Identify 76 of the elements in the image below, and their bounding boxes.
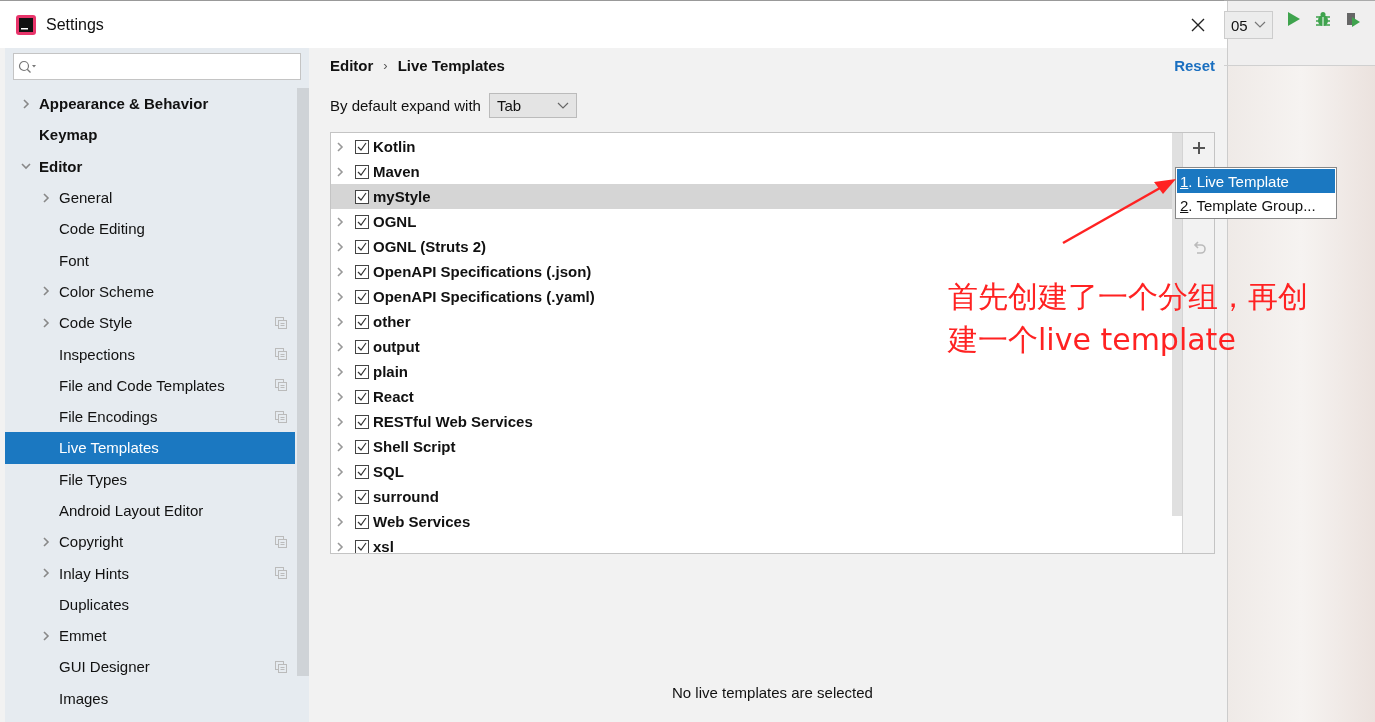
bug-icon[interactable] bbox=[1314, 11, 1331, 27]
sidebar-item[interactable]: Emmet bbox=[59, 627, 107, 645]
template-group-name: Kotlin bbox=[373, 138, 416, 155]
template-group-name: surround bbox=[373, 488, 439, 505]
template-group-name: SQL bbox=[373, 463, 404, 480]
checkbox[interactable] bbox=[355, 364, 369, 379]
sidebar-item[interactable]: File and Code Templates bbox=[59, 376, 225, 394]
window-title: Settings bbox=[46, 15, 104, 34]
template-group-name: xsl bbox=[373, 538, 394, 553]
checkbox[interactable] bbox=[355, 189, 369, 204]
sidebar-item[interactable]: Inspections bbox=[59, 345, 135, 363]
template-group-name: Maven bbox=[373, 163, 420, 180]
checkbox[interactable] bbox=[355, 314, 369, 329]
sidebar-item[interactable]: Code Style bbox=[59, 314, 133, 332]
coverage-icon[interactable] bbox=[1344, 11, 1361, 27]
template-group-name: OGNL bbox=[373, 213, 417, 230]
checkbox[interactable] bbox=[355, 264, 369, 279]
sidebar-item[interactable]: File Encodings bbox=[59, 408, 158, 426]
sidebar-item[interactable]: Inlay Hints bbox=[59, 564, 130, 582]
template-group-name: OGNL (Struts 2) bbox=[373, 238, 487, 255]
checkbox[interactable] bbox=[355, 139, 369, 154]
sidebar-item[interactable]: GUI Designer bbox=[59, 658, 150, 676]
run-icon[interactable] bbox=[1286, 11, 1301, 27]
breadcrumb-item: Live Templates bbox=[397, 56, 505, 74]
sidebar-item[interactable]: Keymap bbox=[39, 126, 98, 144]
template-group-name: OpenAPI Specifications (.yaml) bbox=[373, 288, 595, 305]
expand-label: By default expand with bbox=[330, 97, 481, 114]
checkbox[interactable] bbox=[355, 239, 369, 254]
menu-item[interactable]: 1. Live Template bbox=[1177, 169, 1335, 193]
dropdown-caret-icon bbox=[1253, 21, 1266, 29]
sidebar-item[interactable]: Appearance & Behavior bbox=[39, 95, 209, 113]
empty-message: No live templates are selected bbox=[671, 684, 874, 701]
sidebar-item[interactable]: Editor bbox=[39, 157, 83, 175]
sidebar-item[interactable]: Duplicates bbox=[59, 595, 130, 613]
template-group-name: Web Services bbox=[373, 513, 471, 530]
template-group-name: other bbox=[373, 313, 411, 330]
sidebar-item[interactable]: Color Scheme bbox=[59, 282, 155, 300]
search-icon bbox=[18, 59, 36, 74]
template-group-name: Shell Script bbox=[373, 438, 456, 455]
breadcrumb-item: Editor bbox=[330, 56, 374, 74]
template-group-name: React bbox=[373, 388, 414, 405]
checkbox[interactable] bbox=[355, 214, 369, 229]
checkbox[interactable] bbox=[355, 539, 369, 553]
checkbox[interactable] bbox=[355, 164, 369, 179]
close-icon[interactable] bbox=[1191, 17, 1205, 32]
scrollbar[interactable] bbox=[297, 88, 309, 676]
template-group-name: RESTful Web Services bbox=[373, 413, 533, 430]
checkbox[interactable] bbox=[355, 414, 369, 429]
sidebar-item[interactable]: File Types bbox=[59, 470, 128, 488]
sidebar-item[interactable]: Font bbox=[59, 251, 89, 269]
run-config-dropdown[interactable]: 05 bbox=[1224, 11, 1273, 39]
sidebar-item[interactable]: Code Editing bbox=[59, 220, 145, 238]
selected-sidebar-item[interactable]: Live Templates bbox=[5, 432, 295, 464]
sidebar-item[interactable]: Android Layout Editor bbox=[59, 502, 204, 519]
checkbox[interactable] bbox=[355, 439, 369, 454]
template-group-name: plain bbox=[373, 363, 408, 380]
template-group-name: myStyle bbox=[373, 188, 431, 205]
checkbox[interactable] bbox=[355, 289, 369, 304]
dropdown-caret-icon bbox=[556, 101, 569, 110]
search-field[interactable] bbox=[13, 53, 301, 80]
checkbox[interactable] bbox=[355, 514, 369, 529]
sidebar-item[interactable]: Copyright bbox=[59, 533, 124, 551]
template-group-name: output bbox=[373, 338, 420, 355]
checkbox[interactable] bbox=[355, 489, 369, 504]
checkbox[interactable] bbox=[355, 389, 369, 404]
annotation-text: 首先创建了一个分组，再创建一个live template bbox=[948, 278, 1309, 359]
expand-dropdown[interactable]: Tab bbox=[488, 93, 577, 118]
reset-link[interactable]: Reset bbox=[1174, 56, 1215, 74]
app-logo-icon bbox=[16, 14, 36, 35]
checkbox[interactable] bbox=[355, 464, 369, 479]
add-icon[interactable] bbox=[1191, 141, 1206, 155]
breadcrumb-separator: › bbox=[383, 57, 388, 73]
template-group-name: OpenAPI Specifications (.json) bbox=[373, 263, 592, 280]
checkbox[interactable] bbox=[355, 339, 369, 354]
sidebar-item[interactable]: General bbox=[59, 189, 113, 207]
sidebar-item[interactable]: Images bbox=[59, 689, 109, 707]
